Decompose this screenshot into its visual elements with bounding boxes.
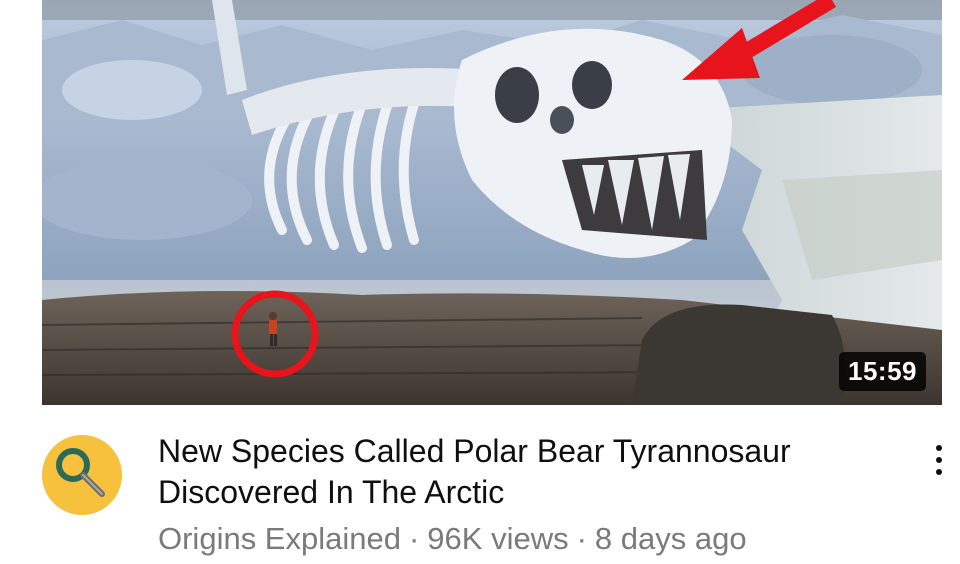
- separator: ·: [576, 521, 587, 556]
- channel-name[interactable]: Origins Explained: [158, 521, 401, 556]
- view-count: 96K views: [427, 521, 569, 556]
- video-subtitle: Origins Explained · 96K views · 8 days ago: [158, 521, 878, 557]
- video-duration-badge: 15:59: [839, 352, 926, 391]
- magnifier-logo-icon: [42, 435, 122, 515]
- video-thumbnail[interactable]: 15:59: [42, 0, 942, 405]
- more-vertical-icon[interactable]: [922, 435, 956, 485]
- video-title[interactable]: New Species Called Polar Bear Tyrannosau…: [158, 431, 848, 513]
- channel-avatar[interactable]: [42, 435, 122, 515]
- video-meta-row: New Species Called Polar Bear Tyrannosau…: [0, 405, 960, 564]
- upload-age: 8 days ago: [594, 521, 747, 556]
- thumbnail-image: [42, 0, 942, 405]
- separator: ·: [408, 521, 420, 556]
